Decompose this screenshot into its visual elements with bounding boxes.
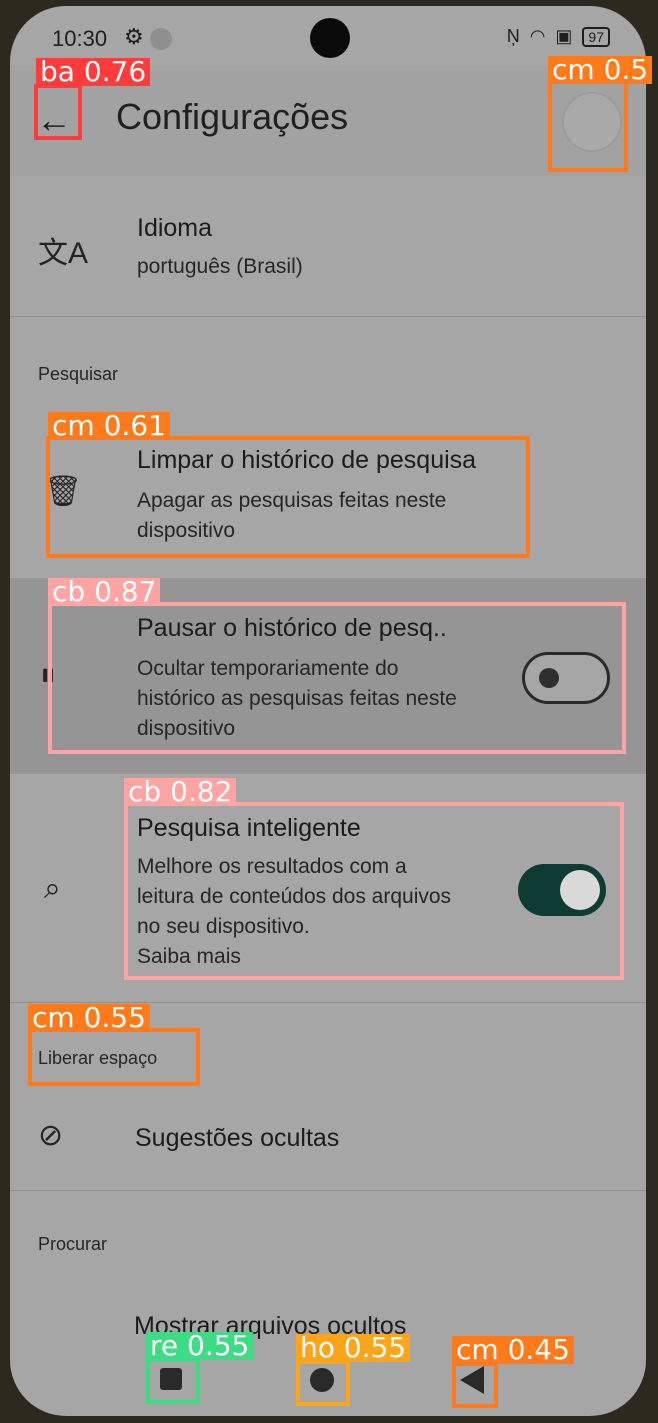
detection-label: ho 0.55 <box>296 1334 411 1362</box>
detection-box <box>46 436 530 558</box>
detection-box <box>48 602 626 754</box>
section-browse: Procurar <box>38 1234 108 1254</box>
eye-off-icon: ⊘ <box>38 1119 64 1152</box>
detection-box <box>146 1358 200 1404</box>
dnd-icon <box>150 28 172 50</box>
language-title: Idioma <box>137 214 213 242</box>
hidden-suggestions-title: Sugestões ocultas <box>135 1124 340 1152</box>
smart-search-icon: ⌕ <box>44 872 61 905</box>
nfc-icon: Ņ <box>506 26 520 46</box>
detection-box <box>34 84 82 140</box>
detection-label: cb 0.82 <box>124 778 237 806</box>
language-row[interactable]: 文A Idioma português (Brasil) <box>10 176 646 316</box>
detection-label: cm 0.45 <box>452 1336 574 1364</box>
detection-box <box>452 1362 498 1408</box>
detection-label: ba 0.76 <box>36 58 151 86</box>
page-title: Configurações <box>116 96 349 137</box>
settings-status-icon: ⚙ <box>124 24 144 49</box>
section-search: Pesquisar <box>38 364 119 384</box>
sim-icon: ▣ <box>555 26 573 46</box>
status-icons: Ņ ◠ ▣ 97 <box>507 26 610 47</box>
status-time: 10:30 <box>52 26 108 51</box>
battery-icon: 97 <box>582 26 610 47</box>
detection-box <box>124 802 624 980</box>
detection-label: cb 0.87 <box>48 578 161 606</box>
detection-label: cm 0.5 <box>548 56 653 84</box>
translate-icon: 文A <box>38 237 89 270</box>
front-camera <box>310 18 350 58</box>
divider <box>10 316 646 317</box>
divider <box>10 1190 646 1191</box>
detection-box <box>28 1028 200 1086</box>
detection-label: cm 0.61 <box>48 412 170 440</box>
detection-label: cm 0.55 <box>28 1004 150 1032</box>
hidden-suggestions-row[interactable]: ⊘ Sugestões ocultas <box>10 1100 646 1180</box>
detection-label: re 0.55 <box>146 1332 254 1360</box>
wifi-icon: ◠ <box>529 26 546 46</box>
language-value: português (Brasil) <box>137 255 303 278</box>
detection-box <box>548 80 628 172</box>
detection-box <box>296 1360 350 1406</box>
